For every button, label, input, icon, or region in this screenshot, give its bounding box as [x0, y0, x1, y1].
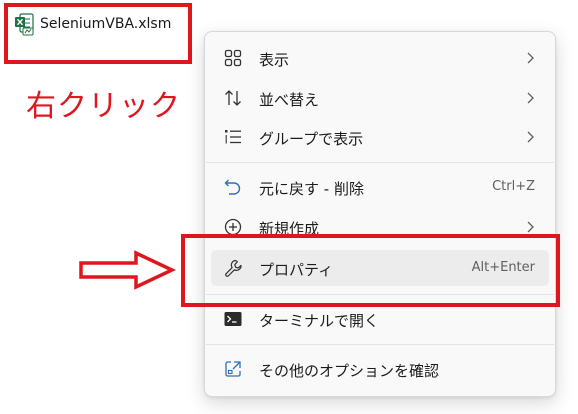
chevron-right-icon [527, 131, 534, 143]
menu-item-label: 表示 [259, 51, 290, 69]
menu-item-group-by[interactable]: グループで表示 [211, 119, 549, 155]
menu-item-label: 並べ替え [259, 91, 320, 109]
menu-item-sort[interactable]: 並べ替え [211, 80, 549, 116]
terminal-icon [224, 312, 242, 326]
right-click-annotation: 右クリック [26, 89, 181, 124]
undo-icon [224, 179, 241, 195]
menu-item-more-options[interactable]: その他のオプションを確認 [211, 351, 549, 387]
menu-item-label: グループで表示 [259, 130, 364, 148]
menu-item-label: ターミナルで開く [259, 312, 380, 330]
view-grid-icon [224, 49, 242, 67]
context-menu: 表示 並べ替え グループで表示 元に戻す - 削除 Ctrl+Z 新規作成 プロ… [204, 31, 556, 397]
menu-separator [206, 162, 554, 163]
menu-item-view[interactable]: 表示 [211, 40, 549, 76]
menu-item-undo-delete[interactable]: 元に戻す - 削除 Ctrl+Z [211, 169, 549, 205]
sort-icon [225, 90, 241, 106]
chevron-right-icon [527, 52, 534, 64]
right-arrow-icon [79, 250, 176, 290]
shortcut-text: Ctrl+Z [492, 179, 535, 194]
file-highlight-box [4, 3, 192, 64]
menu-separator [206, 344, 554, 345]
menu-item-label: 元に戻す - 削除 [259, 180, 364, 198]
chevron-right-icon [527, 92, 534, 104]
menu-item-label: その他のオプションを確認 [259, 362, 440, 380]
chevron-right-icon [527, 221, 534, 233]
more-options-icon [225, 361, 241, 377]
group-by-icon [225, 130, 241, 144]
properties-highlight-box [181, 234, 560, 307]
